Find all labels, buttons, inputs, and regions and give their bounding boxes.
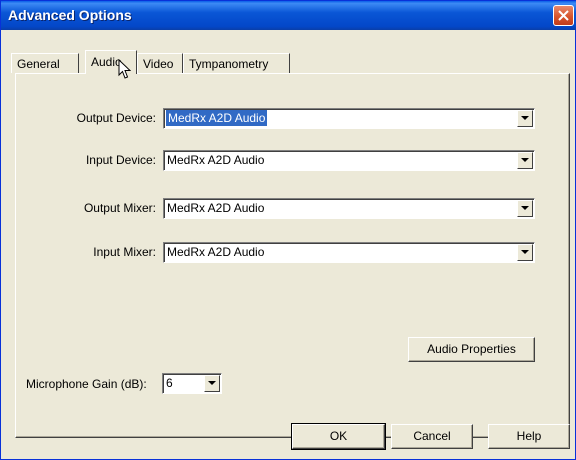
output-device-value: MedRx A2D Audio [166,110,268,126]
input-device-value: MedRx A2D Audio [167,153,265,167]
chevron-down-icon [521,206,529,210]
output-mixer-value: MedRx A2D Audio [167,201,265,215]
ok-button[interactable]: OK [291,423,386,450]
chevron-down-icon [208,381,216,385]
window-title: Advanced Options [8,7,132,23]
cancel-button[interactable]: Cancel [391,424,473,449]
tab-general-label: General [17,57,60,71]
audio-properties-button[interactable]: Audio Properties [408,337,535,362]
chevron-down-icon [521,158,529,162]
output-device-dropdown-button[interactable] [517,110,533,127]
microphone-gain-value: 6 [166,376,173,390]
input-device-select[interactable]: MedRx A2D Audio [163,150,535,171]
tab-tympanometry-label: Tympanometry [189,57,269,71]
help-button[interactable]: Help [488,424,570,449]
tab-tympanometry[interactable]: Tympanometry [183,53,290,73]
microphone-gain-dropdown-button[interactable] [204,375,220,392]
close-button[interactable] [553,5,574,26]
advanced-options-window: Advanced Options General Audio Video Tym… [0,0,576,460]
microphone-gain-label: Microphone Gain (dB): [26,377,147,391]
output-device-label: Output Device: [76,111,156,125]
dialog-client-area: General Audio Video Tympanometry Output … [5,30,573,457]
microphone-gain-select[interactable]: 6 [162,373,222,394]
close-icon [558,10,569,21]
chevron-down-icon [521,116,529,120]
output-mixer-label: Output Mixer: [83,201,156,215]
title-bar[interactable]: Advanced Options [1,1,576,30]
tab-general[interactable]: General [11,53,79,73]
input-mixer-value: MedRx A2D Audio [167,245,265,259]
chevron-down-icon [521,250,529,254]
output-device-select[interactable]: MedRx A2D Audio [163,108,535,129]
input-mixer-select[interactable]: MedRx A2D Audio [163,242,535,263]
tab-video[interactable]: Video [137,53,183,73]
output-mixer-select[interactable]: MedRx A2D Audio [163,198,535,219]
input-mixer-label: Input Mixer: [93,245,156,259]
audio-tab-panel: Output Device: MedRx A2D Audio Input Dev… [15,73,570,438]
cancel-label: Cancel [413,429,451,443]
tab-video-label: Video [143,57,174,71]
mouse-pointer-icon [118,59,131,79]
audio-properties-label: Audio Properties [427,342,516,356]
ok-label: OK [329,429,348,443]
input-device-label: Input Device: [85,153,156,167]
output-mixer-dropdown-button[interactable] [517,200,533,217]
help-label: Help [516,429,542,443]
input-mixer-dropdown-button[interactable] [517,244,533,261]
input-device-dropdown-button[interactable] [517,152,533,169]
